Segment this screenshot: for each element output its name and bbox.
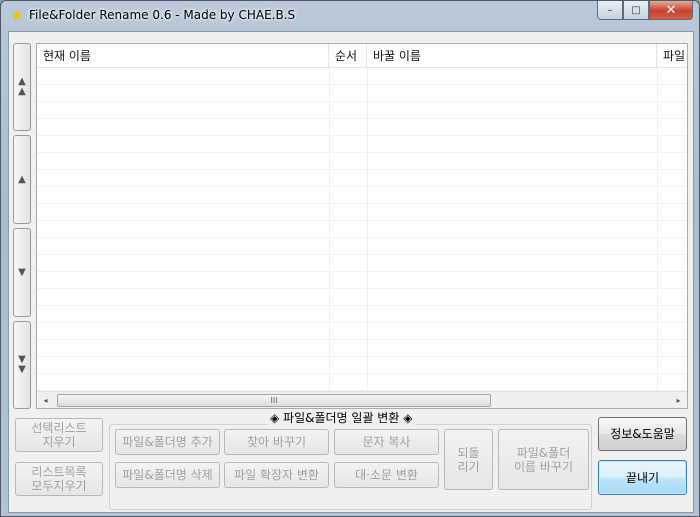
title-bar[interactable]: ★ File&Folder Rename 0.6 - Made by CHAE.… [1, 1, 699, 31]
list-grid-line [37, 170, 687, 187]
add-files-button[interactable]: 파일&폴더명 추가 [115, 429, 220, 455]
list-grid-line [37, 306, 687, 323]
app-window: ★ File&Folder Rename 0.6 - Made by CHAE.… [0, 0, 700, 517]
column-current-name[interactable]: 현재 이름 [37, 44, 329, 68]
close-button[interactable]: ✕ [649, 1, 693, 20]
list-grid-line [37, 238, 687, 255]
column-file[interactable]: 파일 [657, 44, 687, 68]
info-help-button[interactable]: 정보&도움말 [598, 417, 687, 451]
scroll-right-icon[interactable]: ▸ [670, 392, 687, 408]
undo-button[interactable]: 되돌 리기 [444, 429, 493, 490]
list-grid-line [37, 204, 687, 221]
move-top-button[interactable]: ▲ ▲ [13, 43, 31, 131]
list-header: 현재 이름 순서 바꿀 이름 파일 [37, 44, 687, 68]
list-grid-line [37, 68, 687, 85]
find-replace-button[interactable]: 찾아 바꾸기 [224, 429, 329, 455]
down-arrow-icon: ▼ [18, 267, 26, 278]
list-grid-line [37, 85, 687, 102]
list-grid-line [37, 119, 687, 136]
maximize-button[interactable]: □ [623, 1, 649, 20]
list-grid-line [37, 289, 687, 306]
rename-button[interactable]: 파일&폴더 이름 바꾸기 [498, 429, 589, 490]
list-grid-line [37, 357, 687, 374]
copy-text-button[interactable]: 문자 복사 [334, 429, 439, 455]
move-up-button[interactable]: ▲ [13, 135, 31, 224]
horizontal-scrollbar[interactable]: ◂ III ▸ [37, 391, 687, 408]
list-grid-line [37, 272, 687, 289]
scroll-thumb[interactable]: III [57, 394, 491, 407]
caption-buttons: – □ ✕ [597, 1, 693, 21]
up-arrow-icon: ▲ [18, 174, 26, 185]
list-rows [37, 68, 687, 391]
client-area: ▲ ▲ ▲ ▼ ▼ ▼ 현재 이름 순서 바꿀 이름 파일 ◂ III ▸ 선택… [8, 31, 694, 513]
list-grid-line [37, 221, 687, 238]
exit-button[interactable]: 끝내기 [598, 460, 687, 495]
clear-all-button[interactable]: 리스트목록 모두지우기 [15, 462, 103, 496]
list-grid-line [37, 187, 687, 204]
list-grid-line [37, 102, 687, 119]
move-bottom-button[interactable]: ▼ ▼ [13, 321, 31, 409]
list-grid-line [37, 323, 687, 340]
scroll-left-icon[interactable]: ◂ [37, 392, 54, 408]
list-grid-line [37, 136, 687, 153]
minimize-button[interactable]: – [597, 1, 623, 20]
list-grid-line [37, 374, 687, 391]
list-grid-line [37, 255, 687, 272]
double-up-arrow-icon: ▲ ▲ [18, 76, 26, 97]
column-new-name[interactable]: 바꿀 이름 [367, 44, 657, 68]
list-grid-line [37, 340, 687, 357]
move-down-button[interactable]: ▼ [13, 228, 31, 317]
extension-change-button[interactable]: 파일 확장자 변환 [224, 462, 329, 488]
double-down-arrow-icon: ▼ ▼ [18, 354, 26, 375]
column-order[interactable]: 순서 [329, 44, 367, 68]
clear-selected-button[interactable]: 선택리스트 지우기 [15, 418, 103, 452]
delete-files-button[interactable]: 파일&폴더명 삭제 [115, 462, 220, 488]
group-title: ◈ 파일&폴더명 일괄 변환 ◈ [267, 409, 416, 426]
star-icon: ★ [10, 6, 24, 24]
case-change-button[interactable]: 대·소문 변환 [334, 462, 439, 488]
window-title: File&Folder Rename 0.6 - Made by CHAE.B.… [29, 8, 296, 22]
file-list[interactable]: 현재 이름 순서 바꿀 이름 파일 ◂ III ▸ [36, 43, 688, 409]
list-grid-line [37, 153, 687, 170]
